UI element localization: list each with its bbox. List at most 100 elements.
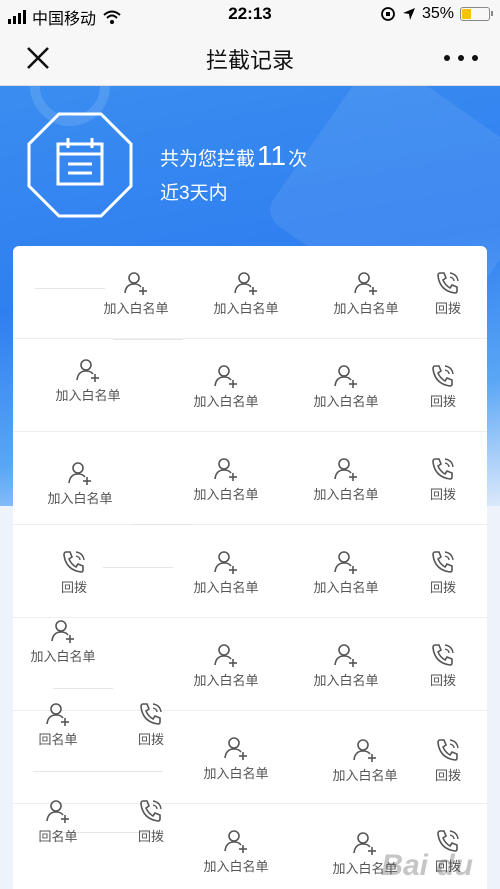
page-title: 拦截记录 — [205, 48, 294, 73]
add-person-icon — [46, 800, 69, 823]
location-icon — [402, 8, 415, 20]
action-label: 回拨 — [429, 487, 456, 502]
callback-button[interactable]: 回拨 — [29, 549, 119, 596]
record-row: 回拨 加入白名单 加入白名单 回拨 — [13, 525, 487, 618]
add-whitelist-button[interactable]: 加入白名单 — [201, 270, 291, 317]
phone-number-placeholder — [33, 771, 163, 772]
action-label: 加入白名单 — [103, 301, 169, 316]
record-list: Bai du 加入白名单 加入白名单 加入白名单 回拨 加入白名单 加入白名单 加入白名单回… — [13, 246, 487, 889]
action-label: 回拨 — [429, 580, 456, 595]
add-person-icon — [354, 272, 377, 295]
battery-icon — [460, 7, 493, 21]
add-person-icon — [68, 462, 91, 485]
action-label: 加入白名单 — [193, 394, 259, 409]
rotation-lock-icon — [381, 7, 395, 21]
add-whitelist-button[interactable]: 加入白名单 — [181, 549, 271, 596]
battery-percent: 35% — [421, 5, 454, 22]
action-label: 加入白名单 — [213, 301, 279, 316]
callback-button[interactable]: 回拨 — [398, 549, 488, 596]
action-label: 回拨 — [137, 732, 164, 747]
action-label: 加入白名单 — [313, 673, 379, 688]
action-label: 加入白名单 — [30, 649, 96, 664]
record-row: 加入白名单 加入白名单 加入白名单 回拨 — [13, 432, 487, 525]
add-whitelist-button[interactable]: 加入白名单 — [43, 357, 133, 404]
add-whitelist-button[interactable]: 加入白名单 — [301, 363, 391, 410]
add-person-icon — [124, 272, 147, 295]
callback-button[interactable]: 回拨 — [403, 270, 493, 317]
phone-callback-icon — [432, 644, 454, 666]
callback-button[interactable]: 回拨 — [106, 798, 196, 845]
add-whitelist-button[interactable]: 回名单 — [13, 798, 103, 845]
record-row: 回名单 回拨 加入白名单 加入白名单 回拨 — [13, 703, 487, 804]
add-person-icon — [224, 737, 247, 760]
action-label: 加入白名单 — [47, 491, 113, 506]
action-label: 回拨 — [429, 673, 456, 688]
add-person-icon — [224, 830, 247, 853]
add-person-icon — [214, 644, 237, 667]
add-whitelist-button[interactable]: 加入白名单 — [181, 642, 271, 689]
add-person-icon — [353, 832, 376, 855]
action-label: 回拨 — [137, 829, 164, 844]
add-whitelist-button[interactable]: 加入白名单 — [301, 549, 391, 596]
add-whitelist-button[interactable]: 加入白名单 — [321, 270, 411, 317]
callback-button[interactable]: 回拨 — [398, 363, 488, 410]
action-label: 加入白名单 — [193, 673, 259, 688]
action-label: 加入白名单 — [332, 861, 398, 876]
action-label: 加入白名单 — [313, 394, 379, 409]
phone-callback-icon — [63, 551, 85, 573]
add-whitelist-button[interactable]: 加入白名单 — [301, 642, 391, 689]
add-person-icon — [214, 551, 237, 574]
callback-button[interactable]: 回拨 — [398, 642, 488, 689]
phone-callback-icon — [140, 800, 162, 822]
phone-number-placeholder — [113, 339, 183, 340]
add-whitelist-button[interactable]: 加入白名单 — [191, 735, 281, 782]
time-range: 近3天内 — [160, 183, 228, 204]
add-whitelist-button[interactable]: 加入白名单 — [181, 456, 271, 503]
callback-button[interactable]: 回拨 — [398, 456, 488, 503]
more-icon[interactable] — [444, 44, 478, 72]
add-whitelist-button[interactable]: 加入白名单 — [35, 460, 125, 507]
callback-button[interactable]: 回拨 — [403, 737, 493, 784]
action-label: 加入白名单 — [332, 768, 398, 783]
phone-callback-icon — [437, 272, 459, 294]
add-person-icon — [334, 644, 357, 667]
action-label: 回拨 — [434, 859, 461, 874]
action-label: 加入白名单 — [203, 859, 269, 874]
add-person-icon — [234, 272, 257, 295]
record-row: 加入白名单 加入白名单 加入白名单 回拨 — [13, 618, 487, 711]
add-whitelist-button[interactable]: 加入白名单 — [18, 618, 108, 665]
add-whitelist-button[interactable]: 加入白名单 — [191, 828, 281, 875]
phone-callback-icon — [432, 365, 454, 387]
callback-button[interactable]: 回拨 — [106, 701, 196, 748]
action-label: 加入白名单 — [313, 487, 379, 502]
add-person-icon — [334, 551, 357, 574]
add-whitelist-button[interactable]: 回名单 — [13, 701, 103, 748]
add-whitelist-button[interactable]: 加入白名单 — [301, 456, 391, 503]
block-count: 共为您拦截 11 次 — [160, 140, 307, 172]
add-whitelist-button[interactable]: 加入白名单 — [320, 830, 410, 877]
add-whitelist-button[interactable]: 加入白名单 — [320, 737, 410, 784]
action-label: 加入白名单 — [203, 766, 269, 781]
add-whitelist-button[interactable]: 加入白名单 — [181, 363, 271, 410]
calendar-block-icon — [27, 112, 133, 218]
phone-callback-icon — [140, 703, 162, 725]
phone-callback-icon — [432, 458, 454, 480]
record-row: 加入白名单 加入白名单 加入白名单 回拨 — [13, 246, 487, 339]
action-label: 加入白名单 — [333, 301, 399, 316]
callback-button[interactable]: 回拨 — [403, 828, 493, 875]
add-person-icon — [334, 365, 357, 388]
phone-number-placeholder — [53, 688, 113, 689]
add-person-icon — [51, 620, 74, 643]
action-label: 加入白名单 — [193, 580, 259, 595]
phone-callback-icon — [437, 739, 459, 761]
action-label: 回拨 — [434, 301, 461, 316]
action-label: 回拨 — [60, 580, 87, 595]
phone-callback-icon — [437, 830, 459, 852]
add-person-icon — [334, 458, 357, 481]
count-prefix: 共为您拦截 — [160, 149, 256, 170]
action-label: 回拨 — [429, 394, 456, 409]
add-whitelist-button[interactable]: 加入白名单 — [91, 270, 181, 317]
action-label: 回名单 — [38, 829, 78, 844]
navigation-bar: 拦截记录 — [0, 30, 500, 86]
record-row: 回名单 回拨 加入白名单 加入白名单 回拨 — [13, 800, 487, 889]
